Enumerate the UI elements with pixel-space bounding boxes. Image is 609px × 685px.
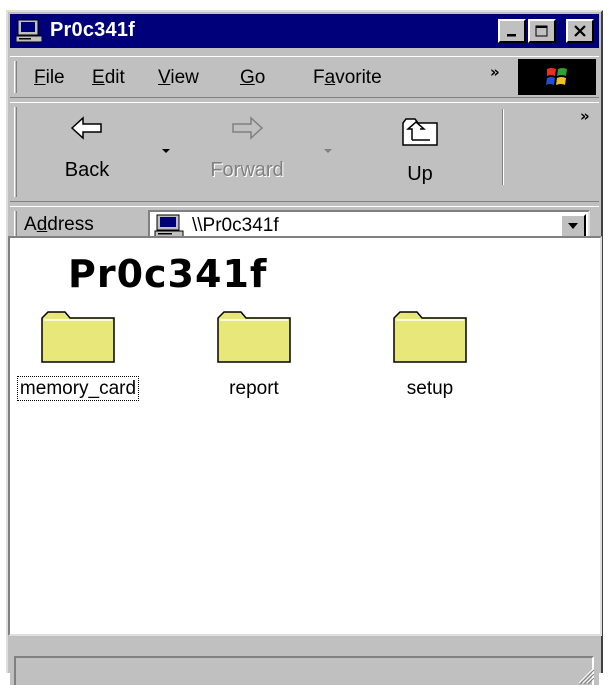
forward-arrow-icon xyxy=(232,116,264,140)
menu-go[interactable]: Go xyxy=(240,67,265,89)
menu-edit[interactable]: Edit xyxy=(92,67,125,89)
back-arrow-icon xyxy=(70,116,102,140)
back-button[interactable]: Back xyxy=(32,111,142,191)
standard-toolbar: Back Forward Up » xyxy=(10,102,599,202)
folder-view[interactable]: Pr0c341f memory_card report setup xyxy=(8,236,602,636)
windows-logo-icon xyxy=(518,59,596,95)
menu-view[interactable]: View xyxy=(158,67,199,89)
folder-label: setup xyxy=(406,378,454,399)
minimize-icon xyxy=(507,34,516,37)
folder-icon xyxy=(217,311,291,363)
title-bar[interactable]: Pr0c341f xyxy=(10,14,599,48)
status-panel xyxy=(14,656,594,685)
address-dropdown-button[interactable] xyxy=(560,214,586,238)
folder-icon xyxy=(393,311,467,363)
menu-bar-grip[interactable] xyxy=(14,61,17,93)
back-dropdown-arrow-icon[interactable] xyxy=(162,149,170,153)
up-folder-icon xyxy=(402,118,438,146)
forward-label: Forward xyxy=(210,159,284,181)
maximize-icon xyxy=(535,25,548,36)
window-title: Pr0c341f xyxy=(50,19,135,41)
menu-favorites[interactable]: Favorite xyxy=(313,67,382,89)
folder-item-setup[interactable]: setup xyxy=(350,308,510,408)
close-icon xyxy=(573,25,586,37)
toolbar-separator xyxy=(502,109,504,185)
forward-button[interactable]: Forward xyxy=(192,111,302,191)
close-button[interactable] xyxy=(566,19,594,43)
folder-label: report xyxy=(229,378,279,399)
menu-more-chevron-icon[interactable]: » xyxy=(490,63,500,81)
toolbar-grip[interactable] xyxy=(14,107,17,197)
up-button[interactable]: Up xyxy=(365,111,475,191)
folder-heading: Pr0c341f xyxy=(68,252,268,296)
chevron-down-icon xyxy=(568,223,578,229)
folder-icon xyxy=(41,311,115,363)
address-value: \\Pr0c341f xyxy=(192,215,279,236)
folder-item-report[interactable]: report xyxy=(174,308,334,408)
maximize-button[interactable] xyxy=(528,19,556,43)
menu-bar: File Edit View Go Favorite » xyxy=(10,56,599,98)
folder-label: memory_card xyxy=(16,376,140,401)
forward-dropdown-arrow-icon[interactable] xyxy=(324,149,332,153)
back-label: Back xyxy=(64,159,110,181)
up-label: Up xyxy=(407,163,433,185)
menu-file[interactable]: File xyxy=(34,67,65,89)
status-bar xyxy=(10,652,599,685)
toolbar-more-chevron-icon[interactable]: » xyxy=(580,107,590,125)
minimize-button[interactable] xyxy=(498,19,526,43)
resize-grip-icon[interactable] xyxy=(573,663,595,685)
address-label: Address xyxy=(24,214,94,235)
folder-item-memory-card[interactable]: memory_card xyxy=(0,308,158,408)
computer-icon xyxy=(15,19,43,43)
